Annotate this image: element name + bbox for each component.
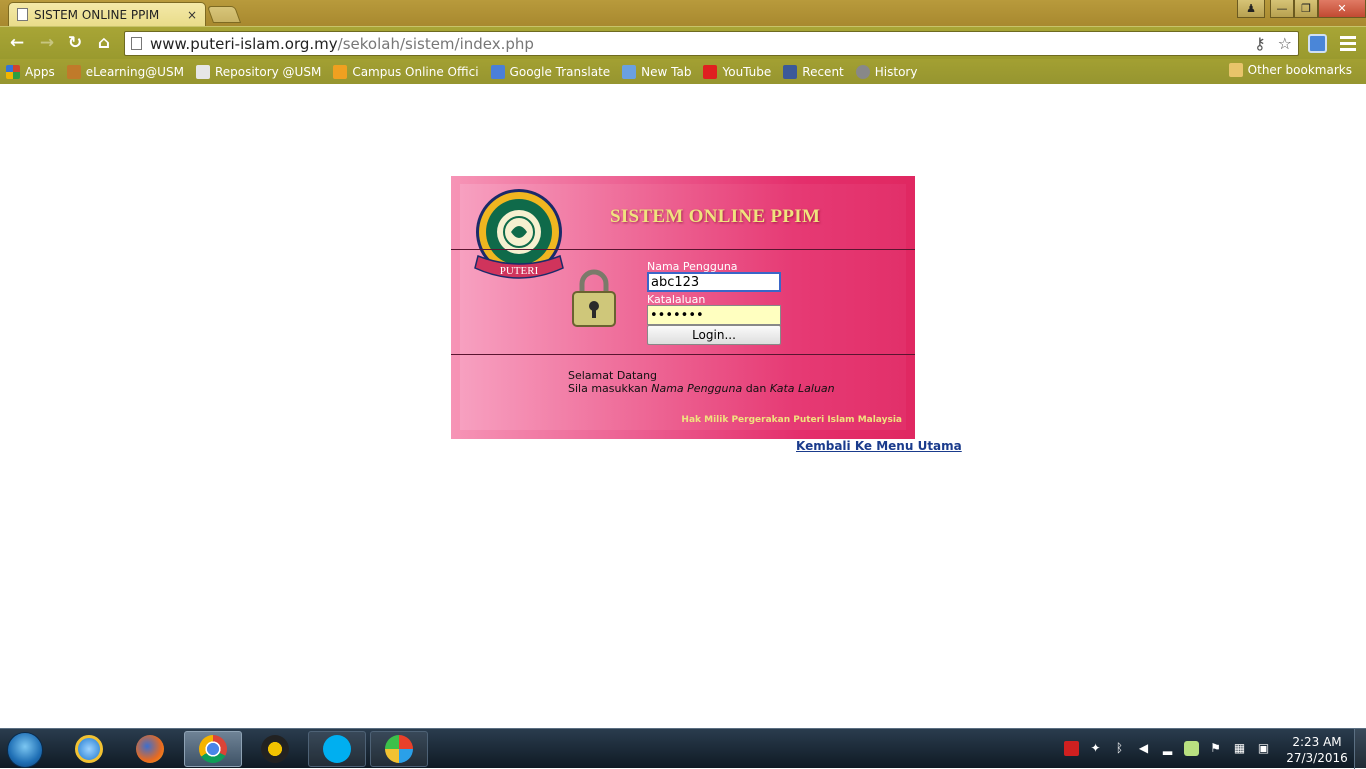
browser-tab[interactable]: SISTEM ONLINE PPIM × [8, 2, 206, 26]
network-icon[interactable]: ▦ [1232, 741, 1247, 756]
clock-time: 2:23 AM [1292, 735, 1342, 749]
bookmark-apps[interactable]: Apps [0, 64, 61, 79]
new-tab-icon [622, 64, 637, 79]
url-host: www.puteri-islam.org.my [150, 34, 338, 53]
divider [451, 249, 915, 250]
padlock-icon [572, 269, 616, 327]
back-to-main-menu-link[interactable]: Kembali Ke Menu Utama [796, 439, 962, 453]
show-desktop-button[interactable] [1354, 729, 1366, 769]
menu-icon[interactable] [1340, 34, 1356, 52]
window-controls: ♟ [1237, 0, 1265, 18]
bookmark-new-tab[interactable]: New Tab [616, 64, 697, 79]
minimize-icon[interactable]: — [1270, 0, 1294, 18]
extension-icon[interactable] [1308, 34, 1327, 53]
browser-toolbar: ← → ↻ ⌂ www.puteri-islam.org.my /sekolah… [0, 26, 1366, 59]
login-title: SISTEM ONLINE PPIM [610, 206, 821, 227]
password-input[interactable] [647, 305, 781, 325]
bookmark-recent[interactable]: Recent [777, 64, 849, 79]
welcome-line-1: Selamat Datang [568, 369, 658, 382]
start-button[interactable] [7, 732, 43, 768]
page-icon [17, 8, 28, 21]
key-icon[interactable]: ⚷ [1254, 34, 1266, 53]
chrome-icon [199, 735, 227, 763]
back-arrow-icon[interactable]: ← [6, 32, 28, 54]
firefox-icon [136, 735, 164, 763]
antivirus-icon[interactable] [1064, 741, 1079, 756]
welcome-message: Selamat Datang Sila masukkan Nama Penggu… [568, 369, 835, 395]
bookmark-elearning[interactable]: eLearning@USM [61, 64, 190, 79]
window-buttons: — ❐ ✕ [1270, 0, 1366, 18]
reload-icon[interactable]: ↻ [64, 32, 86, 54]
login-panel: PUTERI SISTEM ONLINE PPIM Nama Pengguna … [451, 176, 915, 439]
user-icon[interactable]: ♟ [1237, 0, 1265, 18]
login-button[interactable]: Login... [647, 325, 781, 345]
new-tab-button[interactable] [206, 6, 242, 23]
apps-icon [6, 64, 20, 79]
taskbar-firefox[interactable] [121, 731, 179, 767]
puteri-logo-icon: PUTERI [474, 189, 564, 279]
translate-icon [490, 64, 505, 79]
tab-title: SISTEM ONLINE PPIM [34, 7, 160, 22]
page-icon [131, 37, 142, 50]
elearning-icon [66, 64, 81, 79]
restore-icon[interactable]: ❐ [1294, 0, 1318, 18]
username-input[interactable] [647, 272, 781, 292]
divider [451, 354, 915, 355]
taskbar-internet-explorer[interactable] [60, 731, 118, 767]
welcome-line-2: Sila masukkan Nama Pengguna dan Kata Lal… [568, 382, 835, 395]
close-icon[interactable]: × [187, 8, 197, 22]
clock-icon [855, 64, 870, 79]
taskbar-skype[interactable] [308, 731, 366, 767]
volume-icon[interactable]: ◀ [1136, 741, 1151, 756]
system-clock[interactable]: 2:23 AM 27/3/2016 [1284, 734, 1350, 766]
star-icon[interactable]: ☆ [1278, 34, 1292, 53]
bookmark-campus-online[interactable]: Campus Online Offici [327, 64, 484, 79]
skype-icon [323, 735, 351, 763]
flag-icon[interactable]: ⚑ [1208, 741, 1223, 756]
windows-taskbar: ✦ ᛒ ◀ ▂ ⚑ ▦ ▣ 2:23 AM 27/3/2016 [0, 728, 1366, 769]
bluetooth-icon[interactable]: ᛒ [1112, 741, 1127, 756]
paint-icon [385, 735, 413, 763]
forward-arrow-icon[interactable]: → [36, 32, 58, 54]
url-path: /sekolah/sistem/index.php [337, 34, 534, 53]
youtube-icon [703, 64, 718, 79]
browser-titlebar: SISTEM ONLINE PPIM × ♟ — ❐ ✕ [0, 0, 1366, 26]
campus-icon [333, 64, 348, 79]
bookmark-repository[interactable]: Repository @USM [190, 64, 327, 79]
svg-text:PUTERI: PUTERI [500, 265, 539, 277]
taskbar-chrome[interactable] [184, 731, 242, 767]
signal-icon[interactable]: ▂ [1160, 741, 1175, 756]
copyright-text: Hak Milik Pergerakan Puteri Islam Malays… [681, 415, 902, 425]
bookmarks-bar: Apps eLearning@USM Repository @USM Campu… [0, 59, 1366, 84]
taskbar-aimp[interactable] [246, 731, 304, 767]
folder-icon [1228, 63, 1243, 77]
facebook-icon [783, 64, 798, 79]
internet-explorer-icon [75, 735, 103, 763]
pinwheel-icon[interactable]: ✦ [1088, 741, 1103, 756]
power-icon[interactable]: ▣ [1256, 741, 1271, 756]
battery-icon[interactable] [1184, 741, 1199, 756]
taskbar-paint[interactable] [370, 731, 428, 767]
aimp-icon [261, 735, 289, 763]
address-bar[interactable]: www.puteri-islam.org.my /sekolah/sistem/… [124, 31, 1299, 56]
window-close-icon[interactable]: ✕ [1318, 0, 1366, 18]
bookmark-other[interactable]: Other bookmarks [1223, 63, 1358, 77]
system-tray: ✦ ᛒ ◀ ▂ ⚑ ▦ ▣ [1064, 741, 1271, 756]
bookmark-youtube[interactable]: YouTube [697, 64, 777, 79]
home-icon[interactable]: ⌂ [93, 32, 115, 54]
bookmark-google-translate[interactable]: Google Translate [485, 64, 617, 79]
clock-date: 27/3/2016 [1286, 751, 1348, 765]
bookmark-history[interactable]: History [850, 64, 924, 79]
page-icon [195, 64, 210, 79]
